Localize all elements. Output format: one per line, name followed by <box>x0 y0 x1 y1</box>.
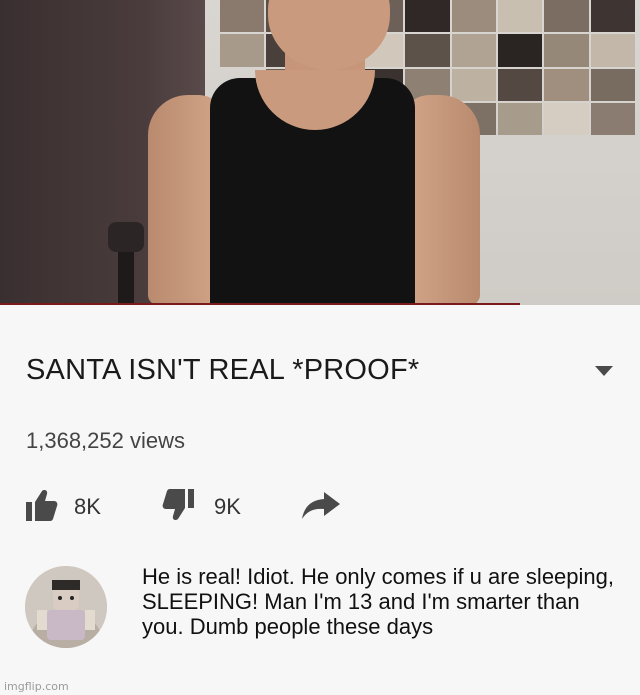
dislike-count: 9K <box>214 494 241 519</box>
video-title: SANTA ISN'T REAL *PROOF* <box>26 354 420 386</box>
comment-text: He is real! Idiot. He only comes if u ar… <box>142 564 615 639</box>
share-button[interactable] <box>298 486 348 526</box>
expand-description-button[interactable] <box>592 362 616 380</box>
dislike-button[interactable]: 9K <box>160 486 270 526</box>
chevron-down-icon <box>595 366 613 376</box>
video-thumbnail[interactable] <box>0 0 640 305</box>
share-arrow-icon <box>302 492 340 519</box>
video-info-panel: SANTA ISN'T REAL *PROOF* 1,368,252 views… <box>0 306 640 695</box>
page: SANTA ISN'T REAL *PROOF* 1,368,252 views… <box>0 0 640 695</box>
watermark: imgflip.com <box>4 680 69 693</box>
thumbs-up-icon <box>26 490 58 521</box>
thumbs-down-icon <box>162 489 194 520</box>
thumbnail-progress-bar <box>0 303 520 305</box>
avatar-image <box>25 566 107 648</box>
like-button[interactable]: 8K <box>20 486 130 526</box>
like-count: 8K <box>74 494 101 519</box>
top-comment: He is real! Idiot. He only comes if u ar… <box>0 558 640 695</box>
view-count: 1,368,252 views <box>26 428 185 453</box>
thumbnail-guitar-head <box>108 222 144 252</box>
avatar[interactable] <box>25 566 107 648</box>
